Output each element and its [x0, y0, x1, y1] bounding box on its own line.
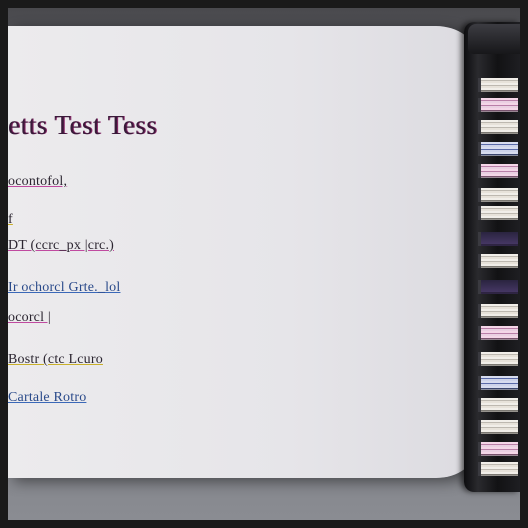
tape-cartridge	[478, 462, 518, 476]
text-line-7: Cartale Rotro	[8, 390, 86, 406]
tape-cartridge	[478, 206, 518, 220]
tape-cartridge	[478, 120, 518, 134]
text-line-3-text: DT (ccrc_px |crc.)	[8, 238, 115, 253]
tape-cartridge	[478, 304, 518, 318]
text-line-7-text: Cartale Rotro	[8, 390, 87, 405]
rack-cap	[468, 24, 520, 54]
text-line-3: DT (ccrc_px |crc.)	[8, 238, 114, 254]
tape-cartridge	[478, 442, 518, 456]
tape-cartridge	[478, 280, 518, 294]
text-line-4: Ir ochorcl Grte._lol	[8, 280, 120, 296]
text-line-5-text: ocorcl |	[8, 310, 51, 325]
text-line-5: ocorcl |	[8, 310, 51, 326]
tape-cartridge	[478, 78, 518, 92]
tape-cartridge	[478, 98, 518, 112]
tape-cartridge	[478, 188, 518, 202]
tape-cartridge	[478, 254, 518, 268]
text-line-2: f	[8, 212, 13, 228]
tape-cartridge	[478, 142, 518, 156]
tape-cartridge	[478, 398, 518, 412]
text-line-4-text: Ir ochorcl Grte._lol	[8, 280, 121, 295]
document-title: etts Test Tess	[8, 110, 158, 140]
text-line-6: Bostr (ctc Lcuro	[8, 352, 103, 368]
text-line-2-text: f	[8, 212, 13, 227]
text-line-1: ocontofol,	[8, 174, 67, 190]
paper-sheet: etts Test Tess ocontofol, f DT (ccrc_px …	[8, 26, 476, 478]
tape-cartridge	[478, 420, 518, 434]
tape-cartridge	[478, 376, 518, 390]
photo-frame: etts Test Tess ocontofol, f DT (ccrc_px …	[8, 8, 520, 520]
tape-rack	[464, 22, 520, 492]
tape-cartridge	[478, 232, 518, 246]
tape-cartridge	[478, 326, 518, 340]
tape-cartridge	[478, 164, 518, 178]
text-line-1-text: ocontofol,	[8, 174, 68, 189]
tape-cartridge	[478, 352, 518, 366]
text-line-6-text: Bostr (ctc Lcuro	[8, 352, 103, 367]
